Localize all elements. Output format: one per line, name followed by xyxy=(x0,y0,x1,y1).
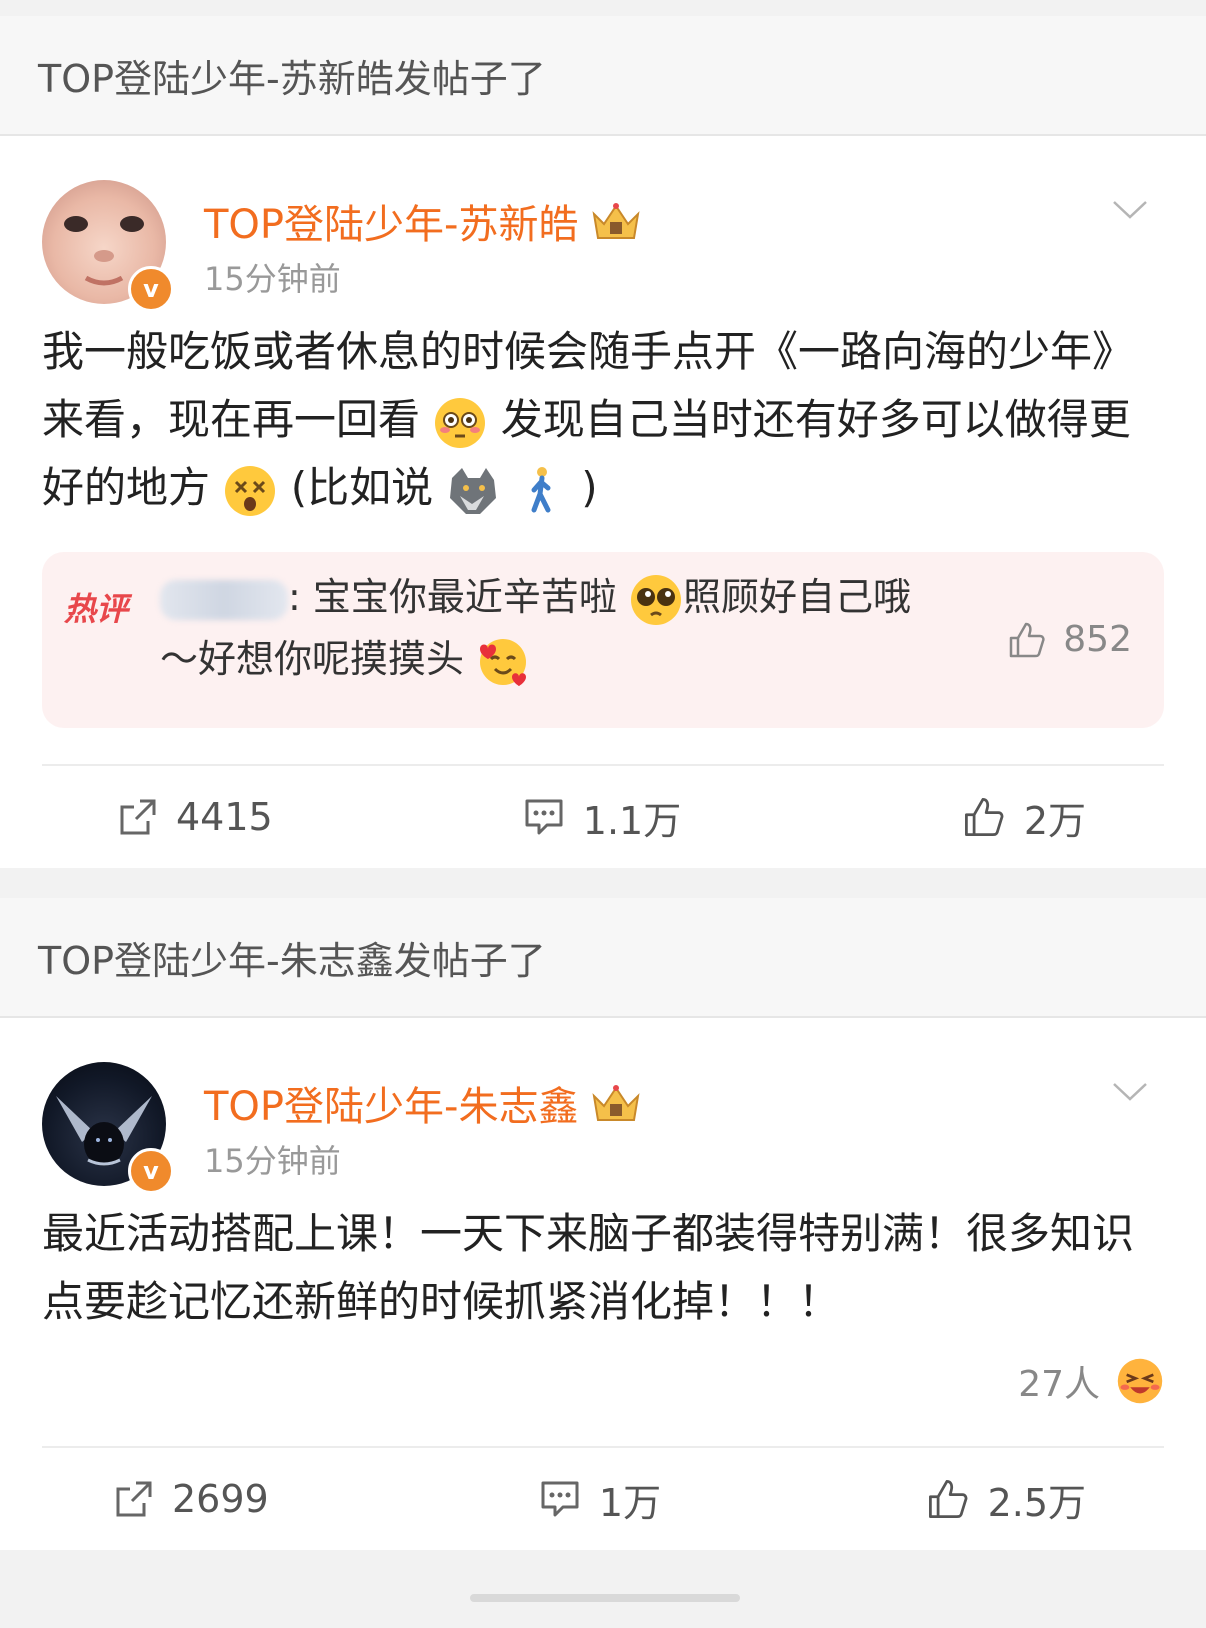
comment-icon xyxy=(525,799,563,835)
author-name[interactable]: TOP登陆少年-苏新皓 xyxy=(204,192,642,250)
comment-button[interactable]: 1万 xyxy=(438,1472,762,1527)
emoji-wolf xyxy=(450,467,497,514)
repost-count: 4415 xyxy=(176,795,273,839)
author-name[interactable]: TOP登陆少年-朱志鑫 xyxy=(204,1074,642,1132)
verified-icon: v xyxy=(128,1148,174,1194)
blurred-username xyxy=(160,579,288,620)
reaction-count: 27人 xyxy=(1018,1364,1100,1405)
comment-icon xyxy=(541,1481,579,1517)
reactions[interactable]: 27人 xyxy=(42,1336,1164,1426)
emoji-walking-man xyxy=(531,466,551,512)
post-text: 最近活动搭配上课！一天下来脑子都装得特别满！很多知识点要趁记忆还新鲜的时候抓紧消… xyxy=(42,1209,1135,1326)
repost-icon xyxy=(120,799,156,835)
post-card[interactable]: v TOP登陆少年-朱志鑫 15分钟前 最近活动搭配上课！一天下来脑子都装得特别… xyxy=(0,1018,1206,1550)
like-count: 2.5万 xyxy=(987,1480,1086,1525)
action-bar: 2699 1万 2.5万 xyxy=(42,1448,1164,1550)
author-name-text: TOP登陆少年-朱志鑫 xyxy=(204,1084,579,1130)
emoji-lol xyxy=(1117,1358,1163,1404)
thumbs-up-icon xyxy=(964,798,1004,836)
post-card[interactable]: v TOP登陆少年-苏新皓 15分钟前 我一般吃饭或者休息的时候会随手点开《一路… xyxy=(0,136,1206,868)
comment-button[interactable]: 1.1万 xyxy=(441,790,764,845)
emoji-smiling-hearts xyxy=(480,638,527,686)
post-time: 15分钟前 xyxy=(204,1142,341,1180)
like-count: 2万 xyxy=(1023,798,1087,843)
hot-comment-text: : 宝宝你最近辛苦啦 xyxy=(288,575,617,619)
crown-icon xyxy=(592,1085,640,1121)
post-text-part: (比如说 xyxy=(290,463,434,512)
action-bar: 4415 1.1万 2万 xyxy=(42,766,1164,868)
emoji-dizzy xyxy=(225,465,276,516)
chevron-down-icon[interactable] xyxy=(1112,1082,1148,1102)
chevron-down-icon[interactable] xyxy=(1112,200,1148,220)
post-text-part: ) xyxy=(581,463,598,512)
comment-count: 1万 xyxy=(598,1480,662,1525)
emoji-flushed xyxy=(435,397,486,448)
repost-button[interactable]: 4415 xyxy=(42,795,441,839)
post-header: TOP登陆少年-朱志鑫发帖子了 xyxy=(0,898,1206,1018)
comment-count: 1.1万 xyxy=(582,798,682,843)
crown-icon xyxy=(592,203,640,239)
author-name-text: TOP登陆少年-苏新皓 xyxy=(204,202,579,248)
repost-icon xyxy=(116,1481,152,1517)
hot-comment[interactable]: 热评 : 宝宝你最近辛苦啦 照顾好自己哦～好想你呢摸摸头 852 xyxy=(42,552,1164,728)
emoji-pleading xyxy=(630,574,681,625)
thumbs-up-icon xyxy=(1010,622,1045,658)
post-header: TOP登陆少年-苏新皓发帖子了 xyxy=(0,16,1206,136)
post-text: 我一般吃饭或者休息的时候会随手点开《一路向海的少年》来看，现在再一回看 发现自己… xyxy=(42,306,1164,522)
hot-comment-like-count: 852 xyxy=(1063,619,1132,660)
home-indicator[interactable] xyxy=(470,1594,740,1602)
like-button[interactable]: 2.5万 xyxy=(762,1472,1164,1527)
hot-comment-like[interactable]: 852 xyxy=(1007,609,1132,671)
like-button[interactable]: 2万 xyxy=(763,790,1164,845)
thumbs-up-icon xyxy=(928,1480,967,1518)
verified-icon: v xyxy=(128,266,174,312)
post-time: 15分钟前 xyxy=(204,260,341,298)
hot-comment-tag: 热评 xyxy=(64,590,129,628)
repost-count: 2699 xyxy=(172,1477,269,1521)
repost-button[interactable]: 2699 xyxy=(42,1477,438,1521)
